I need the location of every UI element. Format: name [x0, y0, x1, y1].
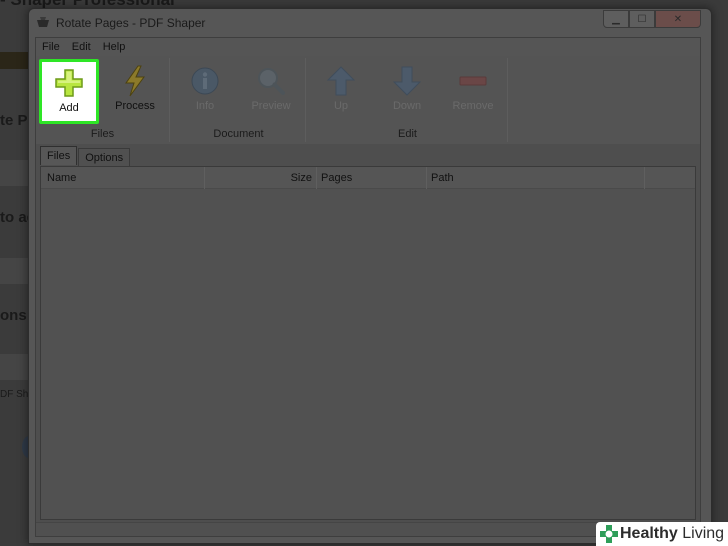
column-path[interactable]: Path	[427, 167, 645, 189]
healthy-living-watermark: Healthy Living	[596, 522, 728, 546]
menu-bar: File Edit Help	[36, 38, 700, 56]
up-button[interactable]: Up	[310, 58, 372, 120]
lightning-icon	[118, 64, 152, 98]
toolbar-ribbon: Add Process Files Info Preview Document …	[36, 56, 700, 144]
info-label: Info	[195, 100, 215, 112]
edit-group: Up Down Remove Edit	[308, 58, 508, 142]
menu-edit[interactable]: Edit	[66, 38, 97, 56]
edit-group-label: Edit	[398, 128, 417, 140]
menu-help[interactable]: Help	[97, 38, 132, 56]
minimize-icon: ▁	[612, 13, 620, 25]
files-group-label: Files	[90, 128, 115, 140]
column-pages[interactable]: Pages	[317, 167, 427, 189]
menu-file[interactable]: File	[36, 38, 66, 56]
watermark-rest: Living	[677, 525, 725, 542]
preview-label: Preview	[251, 100, 291, 112]
watermark-text: Healthy Living	[620, 525, 724, 543]
document-group-label: Document	[213, 128, 264, 140]
arrow-up-icon	[324, 64, 358, 98]
column-name[interactable]: Name	[41, 167, 205, 189]
arrow-down-icon	[390, 64, 424, 98]
down-label: Down	[392, 100, 422, 112]
files-group: Add Process Files	[36, 58, 170, 142]
client-area: File Edit Help Add Process Files Info Pr…	[35, 37, 701, 537]
medical-cross-icon	[600, 525, 618, 543]
minimize-button[interactable]: ▁	[603, 10, 629, 28]
title-bar[interactable]: Rotate Pages - PDF Shaper ▁ ☐ ✕	[29, 9, 711, 37]
remove-button[interactable]: Remove	[442, 58, 504, 120]
add-button[interactable]: Add	[39, 59, 99, 124]
document-group: Info Preview Document	[172, 58, 306, 142]
app-window: Rotate Pages - PDF Shaper ▁ ☐ ✕ File Edi…	[28, 8, 712, 544]
up-label: Up	[333, 100, 349, 112]
close-icon: ✕	[673, 13, 683, 25]
preview-button[interactable]: Preview	[240, 58, 302, 120]
watermark-bold: Healthy	[620, 525, 678, 542]
window-title: Rotate Pages - PDF Shaper	[56, 16, 206, 30]
minus-icon	[456, 64, 490, 98]
file-list[interactable]: Name Size Pages Path	[40, 166, 696, 520]
column-size[interactable]: Size	[205, 167, 317, 189]
down-button[interactable]: Down	[376, 58, 438, 120]
info-icon	[188, 64, 222, 98]
tab-files[interactable]: Files	[40, 146, 78, 165]
plus-icon	[52, 66, 86, 100]
background-image	[0, 52, 30, 69]
maximize-button[interactable]: ☐	[629, 10, 655, 28]
process-button[interactable]: Process	[104, 58, 166, 120]
close-button[interactable]: ✕	[655, 10, 701, 28]
info-button[interactable]: Info	[174, 58, 236, 120]
tab-bar: Files Options	[40, 146, 131, 166]
add-label: Add	[59, 102, 79, 114]
maximize-icon: ☐	[637, 13, 647, 25]
tab-options[interactable]: Options	[78, 148, 131, 166]
remove-label: Remove	[452, 100, 494, 112]
magnifier-icon	[254, 64, 288, 98]
process-label: Process	[115, 100, 155, 112]
table-header: Name Size Pages Path	[41, 167, 695, 189]
app-icon	[37, 17, 49, 27]
